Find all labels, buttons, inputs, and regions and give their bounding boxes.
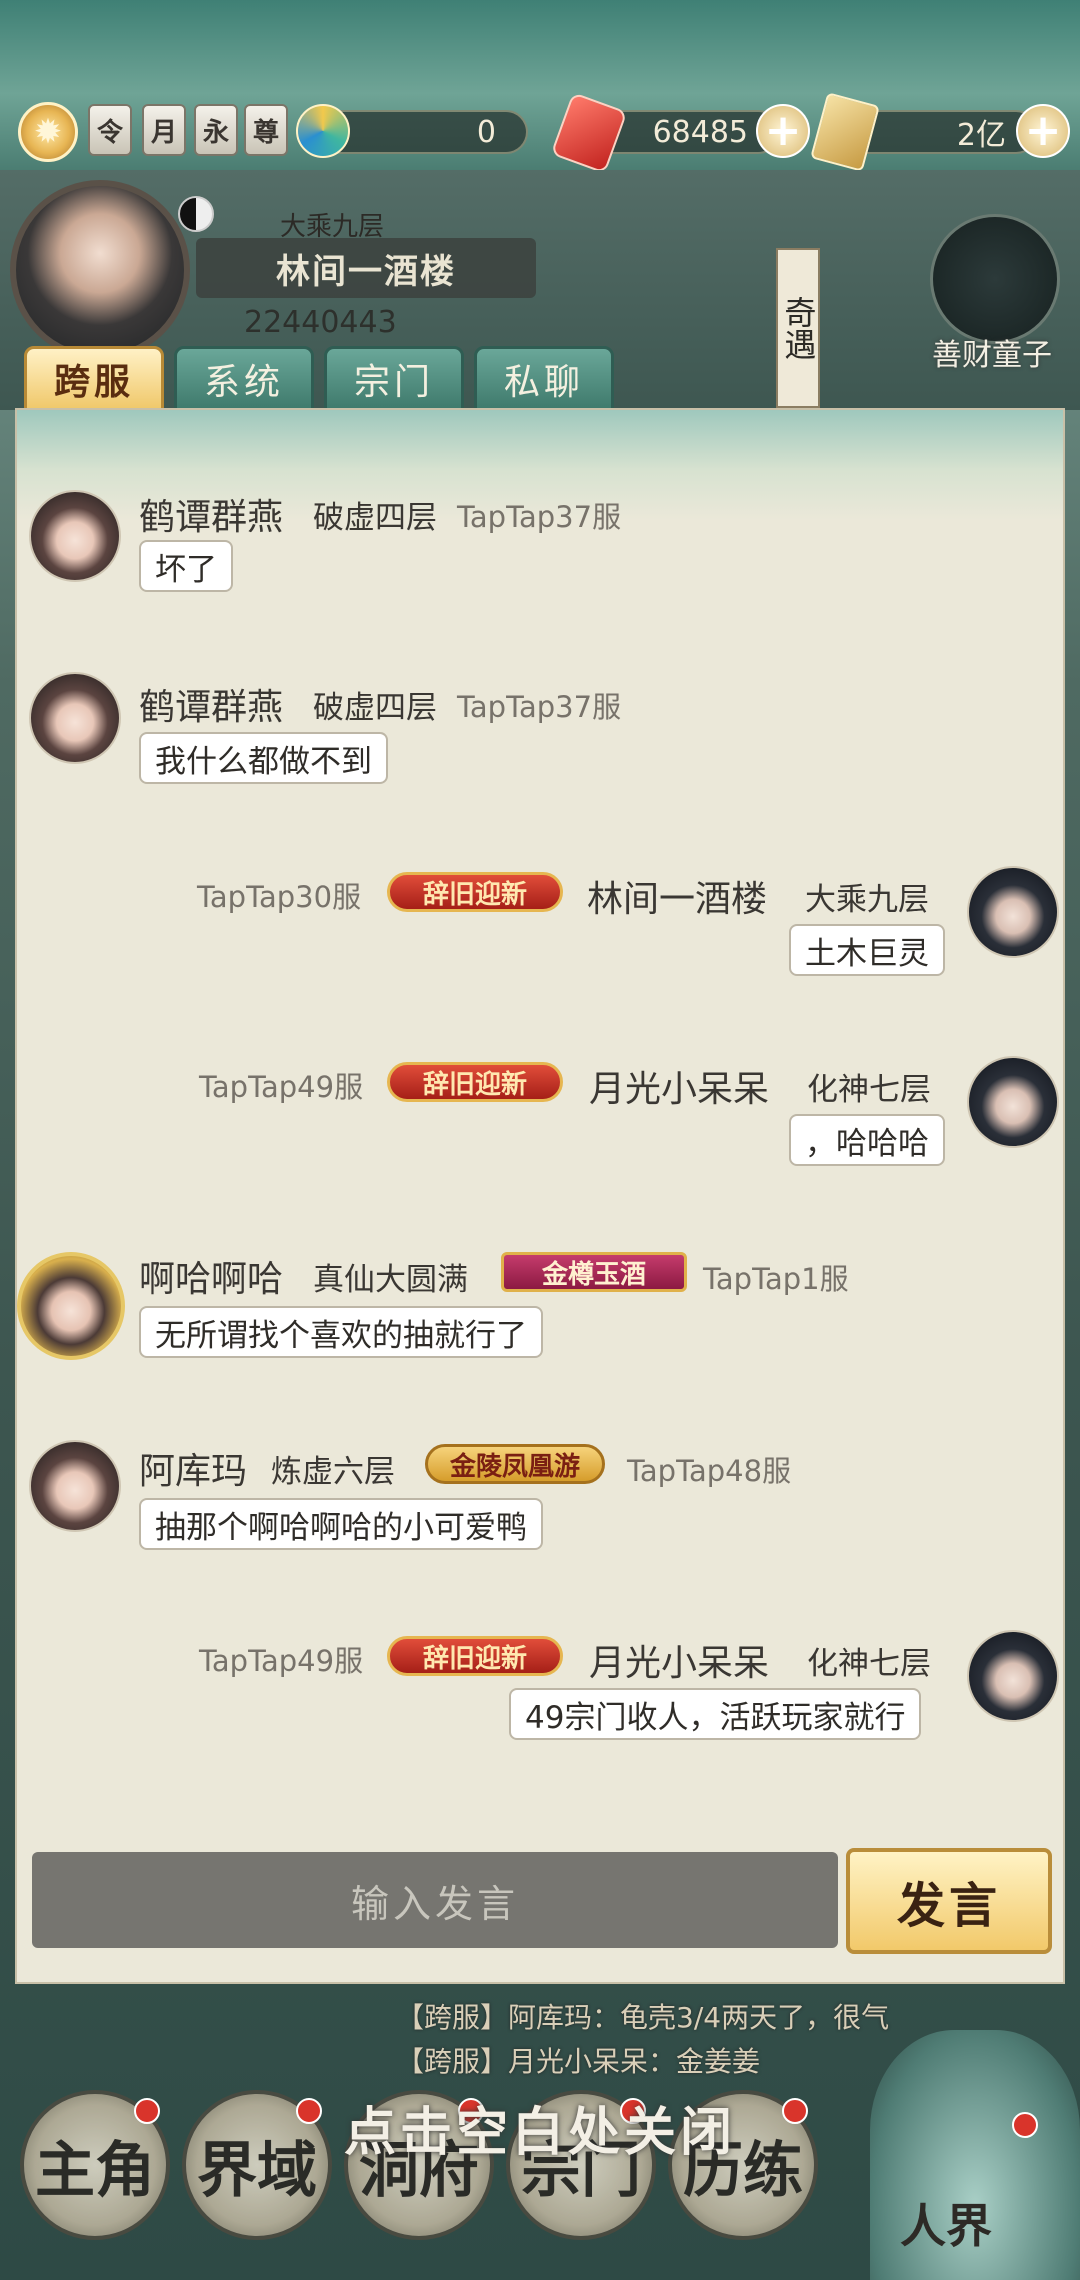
sender-realm: 化神七层 (807, 1646, 931, 1682)
sender-realm: 破虚四层 (313, 690, 437, 726)
close-hint[interactable]: 点击空白处关闭 (0, 2090, 1080, 2165)
message-bubble[interactable]: 抽那个啊哈啊哈的小可爱鸭 (139, 1498, 543, 1550)
tab-cross-server[interactable]: 跨服 (24, 346, 164, 412)
sender-avatar[interactable] (17, 1252, 125, 1360)
sender-name[interactable]: 林间一酒楼 (587, 870, 767, 922)
sender-name[interactable]: 鹤谭群燕 (139, 488, 283, 540)
sender-server: TapTap48服 (627, 1454, 792, 1488)
spirit-swirl-icon (296, 104, 350, 158)
message-bubble[interactable]: 49宗门收人，活跃玩家就行 (509, 1688, 922, 1740)
chat-feed-line: 【跨服】阿库玛：龟壳3/4两天了，很气 (396, 2001, 890, 2034)
sender-server: TapTap49服 (199, 1070, 364, 1104)
scroll-value: 2亿 (956, 118, 1006, 153)
settings-gear-icon[interactable]: ✹ (18, 102, 78, 162)
tab-system[interactable]: 系统 (174, 346, 314, 412)
sender-realm: 化神七层 (807, 1072, 931, 1108)
scroll-add-button[interactable]: + (1016, 104, 1070, 158)
badge-ling-icon[interactable]: 令 (88, 104, 132, 156)
shancai-tongzi-label: 善财童子 (932, 338, 1052, 373)
message-bubble[interactable]: 我什么都做不到 (139, 732, 388, 784)
sender-name[interactable]: 啊哈啊哈 (139, 1250, 283, 1302)
sender-server: TapTap37服 (457, 500, 622, 534)
title-tag: 金陵凤凰游 (425, 1444, 605, 1484)
yinyang-icon (178, 196, 214, 232)
sender-realm: 大乘九层 (805, 882, 929, 918)
sender-avatar[interactable] (967, 1630, 1059, 1722)
chat-feed-line: 【跨服】月光小呆呆：金姜姜 (396, 2045, 761, 2078)
title-tag: 辞旧迎新 (387, 872, 563, 912)
tab-private[interactable]: 私聊 (474, 346, 614, 412)
sender-avatar[interactable] (29, 1440, 121, 1532)
qiyu-button[interactable]: 奇遇 (776, 248, 820, 408)
message-bubble[interactable]: 无所谓找个喜欢的抽就行了 (139, 1306, 543, 1358)
shancai-tongzi-icon[interactable] (930, 214, 1060, 344)
chat-panel: 鹤谭群燕 破虚四层 TapTap37服 坏了 鹤谭群燕 破虚四层 TapTap3… (17, 410, 1063, 1982)
message-bubble[interactable]: ，哈哈哈 (789, 1114, 945, 1166)
player-avatar[interactable] (10, 180, 190, 360)
player-uid: 22440443 (244, 305, 397, 340)
tab-sect[interactable]: 宗门 (324, 346, 464, 412)
gem-add-button[interactable]: + (756, 104, 810, 158)
badge-yue-icon[interactable]: 月 (142, 104, 186, 156)
message-bubble[interactable]: 坏了 (139, 540, 233, 592)
badge-zun-icon[interactable]: 尊 (244, 104, 288, 156)
sender-server: TapTap1服 (703, 1262, 849, 1296)
sender-avatar[interactable] (29, 672, 121, 764)
send-button[interactable]: 发言 (846, 1848, 1052, 1954)
sender-server: TapTap37服 (457, 690, 622, 724)
message-bubble[interactable]: 土木巨灵 (789, 924, 945, 976)
qiyu-label: 奇遇 (779, 296, 818, 360)
world-label: 人界 (900, 2199, 992, 2253)
title-tag: 辞旧迎新 (387, 1062, 563, 1102)
badge-yong-icon[interactable]: 永 (194, 104, 238, 156)
sender-name[interactable]: 鹤谭群燕 (139, 678, 283, 730)
sender-avatar[interactable] (967, 866, 1059, 958)
chat-input[interactable]: 输入发言 (32, 1852, 838, 1948)
sender-avatar[interactable] (29, 490, 121, 582)
title-tag: 辞旧迎新 (387, 1636, 563, 1676)
sender-realm: 破虚四层 (313, 500, 437, 536)
player-name: 林间一酒楼 (196, 238, 536, 298)
sender-name[interactable]: 月光小呆呆 (589, 1060, 769, 1112)
gem-value: 68485 (652, 114, 748, 150)
spirit-value: 0 (476, 114, 496, 150)
sender-server: TapTap49服 (199, 1644, 364, 1678)
sender-name[interactable]: 阿库玛 (139, 1442, 247, 1494)
sender-realm: 真仙大圆满 (313, 1262, 468, 1298)
sender-realm: 炼虚六层 (271, 1454, 395, 1490)
sender-name[interactable]: 月光小呆呆 (589, 1634, 769, 1686)
sender-server: TapTap30服 (197, 880, 362, 914)
title-tag: 金樽玉酒 (501, 1252, 687, 1292)
chat-input-placeholder: 输入发言 (350, 1881, 519, 1926)
sender-avatar[interactable] (967, 1056, 1059, 1148)
